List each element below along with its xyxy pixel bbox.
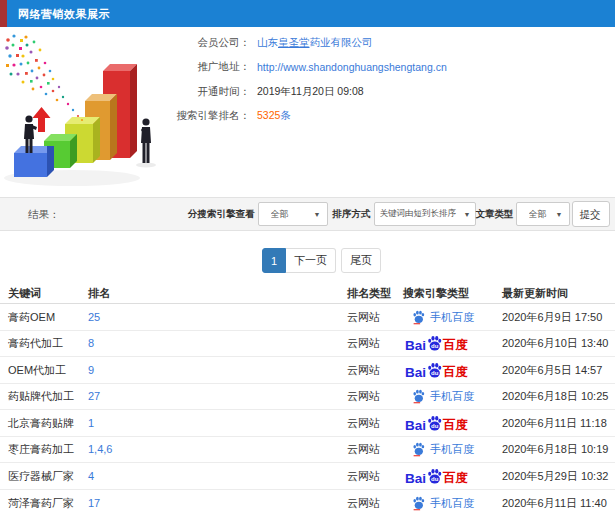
baidu-logo: Bai du 百度 xyxy=(405,467,468,484)
mobile-baidu-logo: 手机百度 xyxy=(412,442,474,457)
col-rank-type: 排名类型 xyxy=(347,286,391,301)
rankcount-label: 搜索引擎排名： xyxy=(0,109,250,123)
svg-text:du: du xyxy=(431,423,439,429)
chevron-down-icon: ▼ xyxy=(464,211,471,218)
url-row: 推广地址： http://www.shandonghuangshengtang.… xyxy=(0,55,615,79)
sort-label: 排序方式 xyxy=(333,208,371,221)
table-row: 医疗器械厂家 4 云网站 Bai du 百度 2020年5月29日 10:32 xyxy=(0,463,615,490)
header-red-accent xyxy=(0,0,7,27)
table-row: OEM代加工 9 云网站 Bai du 百度 2020年6月5日 14:57 xyxy=(0,357,615,384)
col-updated: 最新更新时间 xyxy=(502,286,568,301)
page-1-button[interactable]: 1 xyxy=(262,248,286,273)
company-label: 会员公司： xyxy=(0,36,250,50)
svg-text:du: du xyxy=(431,476,439,482)
rankcount-value: 5325条 xyxy=(257,109,291,123)
table-row: 膏药代加工 8 云网站 Bai du 百度 2020年6月10日 13:40 xyxy=(0,331,615,358)
pagination: 1 下一页 尾页 xyxy=(262,248,381,273)
svg-text:du: du xyxy=(431,343,439,349)
baidu-logo: Bai du 百度 xyxy=(405,414,468,431)
table-header: 关键词 排名 排名类型 搜索引擎类型 最新更新时间 xyxy=(0,283,615,304)
url-label: 推广地址： xyxy=(0,60,250,74)
opened-value: 2019年11月20日 09:08 xyxy=(257,85,364,99)
company-value[interactable]: 山东皇圣堂药业有限公司 xyxy=(257,36,373,50)
chevron-down-icon: ▼ xyxy=(314,211,321,218)
sort-select[interactable]: 关键词由短到长排序▼ xyxy=(374,202,476,226)
baidu-logo: Bai du 百度 xyxy=(405,335,468,352)
page-header: 网络营销效果展示 xyxy=(0,0,615,27)
col-engine-type: 搜索引擎类型 xyxy=(403,286,469,301)
page-title: 网络营销效果展示 xyxy=(18,7,110,22)
ranking-table: 关键词 排名 排名类型 搜索引擎类型 最新更新时间 膏药OEM 25 云网站 手… xyxy=(0,283,615,516)
opened-row: 开通时间： 2019年11月20日 09:08 xyxy=(0,80,615,104)
opened-label: 开通时间： xyxy=(0,85,250,99)
mobile-baidu-logo: 手机百度 xyxy=(412,389,474,404)
article-type-select[interactable]: 全部▼ xyxy=(516,202,570,226)
mobile-baidu-logo: 手机百度 xyxy=(412,309,474,324)
result-label: 结果： xyxy=(28,208,60,222)
engine-filter-label: 分搜索引擎查看 xyxy=(188,208,255,221)
svg-text:du: du xyxy=(431,370,439,376)
rankcount-row: 搜索引擎排名： 5325条 xyxy=(0,104,615,128)
member-info-panel: 会员公司： 山东皇圣堂药业有限公司 推广地址： http://www.shand… xyxy=(0,31,615,128)
article-type-label: 文章类型 xyxy=(476,208,514,221)
filter-bar: 结果： 分搜索引擎查看 全部▼ 排序方式 关键词由短到长排序▼ 文章类型 全部▼… xyxy=(0,197,615,231)
table-row: 膏药OEM 25 云网站 手机百度 2020年6月9日 17:50 xyxy=(0,304,615,331)
baidu-logo: Bai du 百度 xyxy=(405,361,468,378)
mobile-baidu-logo: 手机百度 xyxy=(412,495,474,510)
promo-url-link[interactable]: http://www.shandonghuangshengtang.cn xyxy=(257,61,447,73)
engine-select[interactable]: 全部▼ xyxy=(258,202,328,226)
table-row: 药贴牌代加工 27 云网站 手机百度 2020年6月18日 10:25 xyxy=(0,384,615,411)
next-page-button[interactable]: 下一页 xyxy=(286,248,336,273)
table-row: 北京膏药贴牌 1 云网站 Bai du 百度 2020年6月11日 11:18 xyxy=(0,410,615,437)
col-rank: 排名 xyxy=(88,286,110,301)
submit-button[interactable]: 提交 xyxy=(572,201,610,227)
chevron-down-icon: ▼ xyxy=(556,211,563,218)
company-row: 会员公司： 山东皇圣堂药业有限公司 xyxy=(0,31,615,55)
col-keyword: 关键词 xyxy=(8,286,41,301)
last-page-button[interactable]: 尾页 xyxy=(341,248,381,273)
table-row: 菏泽膏药厂家 17 云网站 手机百度 2020年6月11日 11:40 xyxy=(0,490,615,517)
filter-controls: 分搜索引擎查看 全部▼ 排序方式 关键词由短到长排序▼ 文章类型 全部▼ 提交 xyxy=(188,198,610,230)
table-row: 枣庄膏药加工 1,4,6 云网站 手机百度 2020年6月18日 10:19 xyxy=(0,437,615,464)
